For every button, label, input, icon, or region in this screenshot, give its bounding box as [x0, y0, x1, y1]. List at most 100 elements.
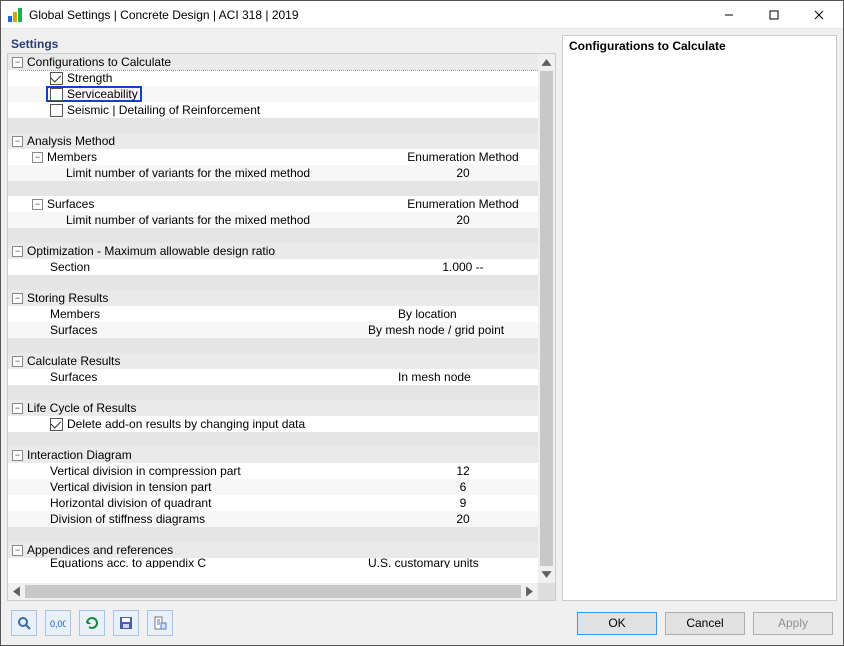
row-members-limit[interactable]: Limit number of variants for the mixed m…	[8, 165, 538, 181]
label: Vertical division in tension part	[50, 479, 398, 495]
row-appendix-c[interactable]: Equations acc. to appendix C U.S. custom…	[8, 558, 538, 568]
collapse-icon[interactable]: −	[12, 246, 23, 257]
section-storing[interactable]: − Storing Results	[8, 290, 538, 306]
label: Surfaces	[50, 369, 398, 385]
section-label: Interaction Diagram	[27, 447, 398, 463]
section-lifecycle[interactable]: − Life Cycle of Results	[8, 400, 538, 416]
tool-decimal[interactable]: 0,00	[45, 610, 71, 636]
value[interactable]: In mesh node	[398, 369, 528, 385]
row-serviceability[interactable]: Serviceability	[8, 86, 538, 102]
value[interactable]: By location	[398, 306, 528, 322]
checkbox-serviceability[interactable]	[50, 88, 63, 101]
value[interactable]: 20	[398, 212, 528, 228]
value[interactable]: 20	[398, 511, 528, 527]
collapse-icon[interactable]: −	[12, 136, 23, 147]
row-lifecycle-delete[interactable]: Delete add-on results by changing input …	[8, 416, 538, 432]
checkbox-seismic[interactable]	[50, 104, 63, 117]
value[interactable]: 6	[398, 479, 528, 495]
collapse-icon[interactable]: −	[12, 57, 23, 68]
main-window: Global Settings | Concrete Design | ACI …	[0, 0, 844, 646]
collapse-icon[interactable]: −	[12, 403, 23, 414]
tool-refresh[interactable]	[79, 610, 105, 636]
tool-report[interactable]	[147, 610, 173, 636]
row-seismic[interactable]: Seismic | Detailing of Reinforcement	[8, 102, 538, 118]
left-panel: Settings − Configurations to Calculate	[7, 35, 556, 601]
body-area: Settings − Configurations to Calculate	[1, 29, 843, 601]
scroll-up-icon[interactable]	[538, 54, 555, 71]
scroll-corner	[538, 583, 555, 600]
row-strength[interactable]: Strength	[8, 70, 538, 86]
close-button[interactable]	[796, 2, 841, 28]
section-appendices[interactable]: − Appendices and references	[8, 542, 538, 558]
label-strength: Strength	[67, 70, 398, 86]
apply-button: Apply	[753, 612, 833, 635]
label: Vertical division in compression part	[50, 463, 398, 479]
cancel-button[interactable]: Cancel	[665, 612, 745, 635]
scroll-thumb[interactable]	[25, 585, 521, 598]
checkbox-delete-results[interactable]	[50, 418, 63, 431]
tool-units[interactable]	[11, 610, 37, 636]
left-panel-header: Settings	[7, 35, 556, 53]
scroll-left-icon[interactable]	[8, 583, 25, 600]
row-surfaces-limit[interactable]: Limit number of variants for the mixed m…	[8, 212, 538, 228]
app-icon	[7, 7, 23, 23]
section-label: Life Cycle of Results	[27, 400, 398, 416]
maximize-button[interactable]	[751, 2, 796, 28]
minimize-button[interactable]	[706, 2, 751, 28]
horizontal-scrollbar[interactable]	[8, 583, 538, 600]
row-analysis-surfaces[interactable]: − Surfaces Enumeration Method	[8, 196, 538, 212]
scroll-right-icon[interactable]	[521, 583, 538, 600]
section-calculate[interactable]: − Calculate Results	[8, 353, 538, 369]
section-analysis[interactable]: − Analysis Method	[8, 133, 538, 149]
section-label: Storing Results	[27, 290, 398, 306]
label: Division of stiffness diagrams	[50, 511, 398, 527]
row-int-stiff[interactable]: Division of stiffness diagrams 20	[8, 511, 538, 527]
value[interactable]: 1.000 --	[398, 259, 528, 275]
scroll-down-icon[interactable]	[538, 566, 555, 583]
row-int-hquad[interactable]: Horizontal division of quadrant 9	[8, 495, 538, 511]
titlebar: Global Settings | Concrete Design | ACI …	[1, 1, 843, 29]
collapse-icon[interactable]: −	[12, 293, 23, 304]
right-panel: Configurations to Calculate	[562, 35, 837, 601]
collapse-icon[interactable]: −	[12, 356, 23, 367]
row-analysis-members[interactable]: − Members Enumeration Method	[8, 149, 538, 165]
row-storing-members[interactable]: Members By location	[8, 306, 538, 322]
row-int-vcomp[interactable]: Vertical division in compression part 12	[8, 463, 538, 479]
svg-text:0,00: 0,00	[50, 619, 66, 629]
collapse-icon[interactable]: −	[12, 450, 23, 461]
label-seismic: Seismic | Detailing of Reinforcement	[67, 102, 398, 118]
collapse-icon[interactable]: −	[32, 152, 43, 163]
row-opt-section[interactable]: Section 1.000 --	[8, 259, 538, 275]
row-int-vtens[interactable]: Vertical division in tension part 6	[8, 479, 538, 495]
label: Equations acc. to appendix C	[50, 558, 368, 568]
section-interaction[interactable]: − Interaction Diagram	[8, 447, 538, 463]
section-label: Configurations to Calculate	[27, 54, 398, 70]
value[interactable]: 12	[398, 463, 528, 479]
collapse-icon[interactable]: −	[32, 199, 43, 210]
settings-tree: − Configurations to Calculate Strength	[7, 53, 556, 601]
checkbox-strength[interactable]	[50, 72, 63, 85]
value[interactable]: Enumeration Method	[398, 149, 528, 165]
label: Section	[50, 259, 398, 275]
row-storing-surfaces[interactable]: Surfaces By mesh node / grid point	[8, 322, 538, 338]
section-optimization[interactable]: − Optimization - Maximum allowable desig…	[8, 243, 538, 259]
ok-button[interactable]: OK	[577, 612, 657, 635]
tool-save[interactable]	[113, 610, 139, 636]
label: Surfaces	[47, 196, 398, 212]
value[interactable]: U.S. customary units	[368, 558, 528, 568]
section-configurations[interactable]: − Configurations to Calculate	[8, 54, 538, 70]
label: Members	[50, 306, 398, 322]
value[interactable]: By mesh node / grid point	[368, 322, 528, 338]
section-label: Optimization - Maximum allowable design …	[27, 243, 398, 259]
value[interactable]: 20	[398, 165, 528, 181]
label: Members	[47, 149, 398, 165]
section-label: Appendices and references	[27, 542, 398, 558]
value[interactable]: Enumeration Method	[398, 196, 528, 212]
bottom-bar: 0,00 OK Cancel Apply	[1, 601, 843, 645]
label: Surfaces	[50, 322, 368, 338]
collapse-icon[interactable]: −	[12, 545, 23, 556]
vertical-scrollbar[interactable]	[538, 54, 555, 583]
scroll-thumb[interactable]	[540, 71, 553, 566]
value[interactable]: 9	[398, 495, 528, 511]
row-calc-surfaces[interactable]: Surfaces In mesh node	[8, 369, 538, 385]
